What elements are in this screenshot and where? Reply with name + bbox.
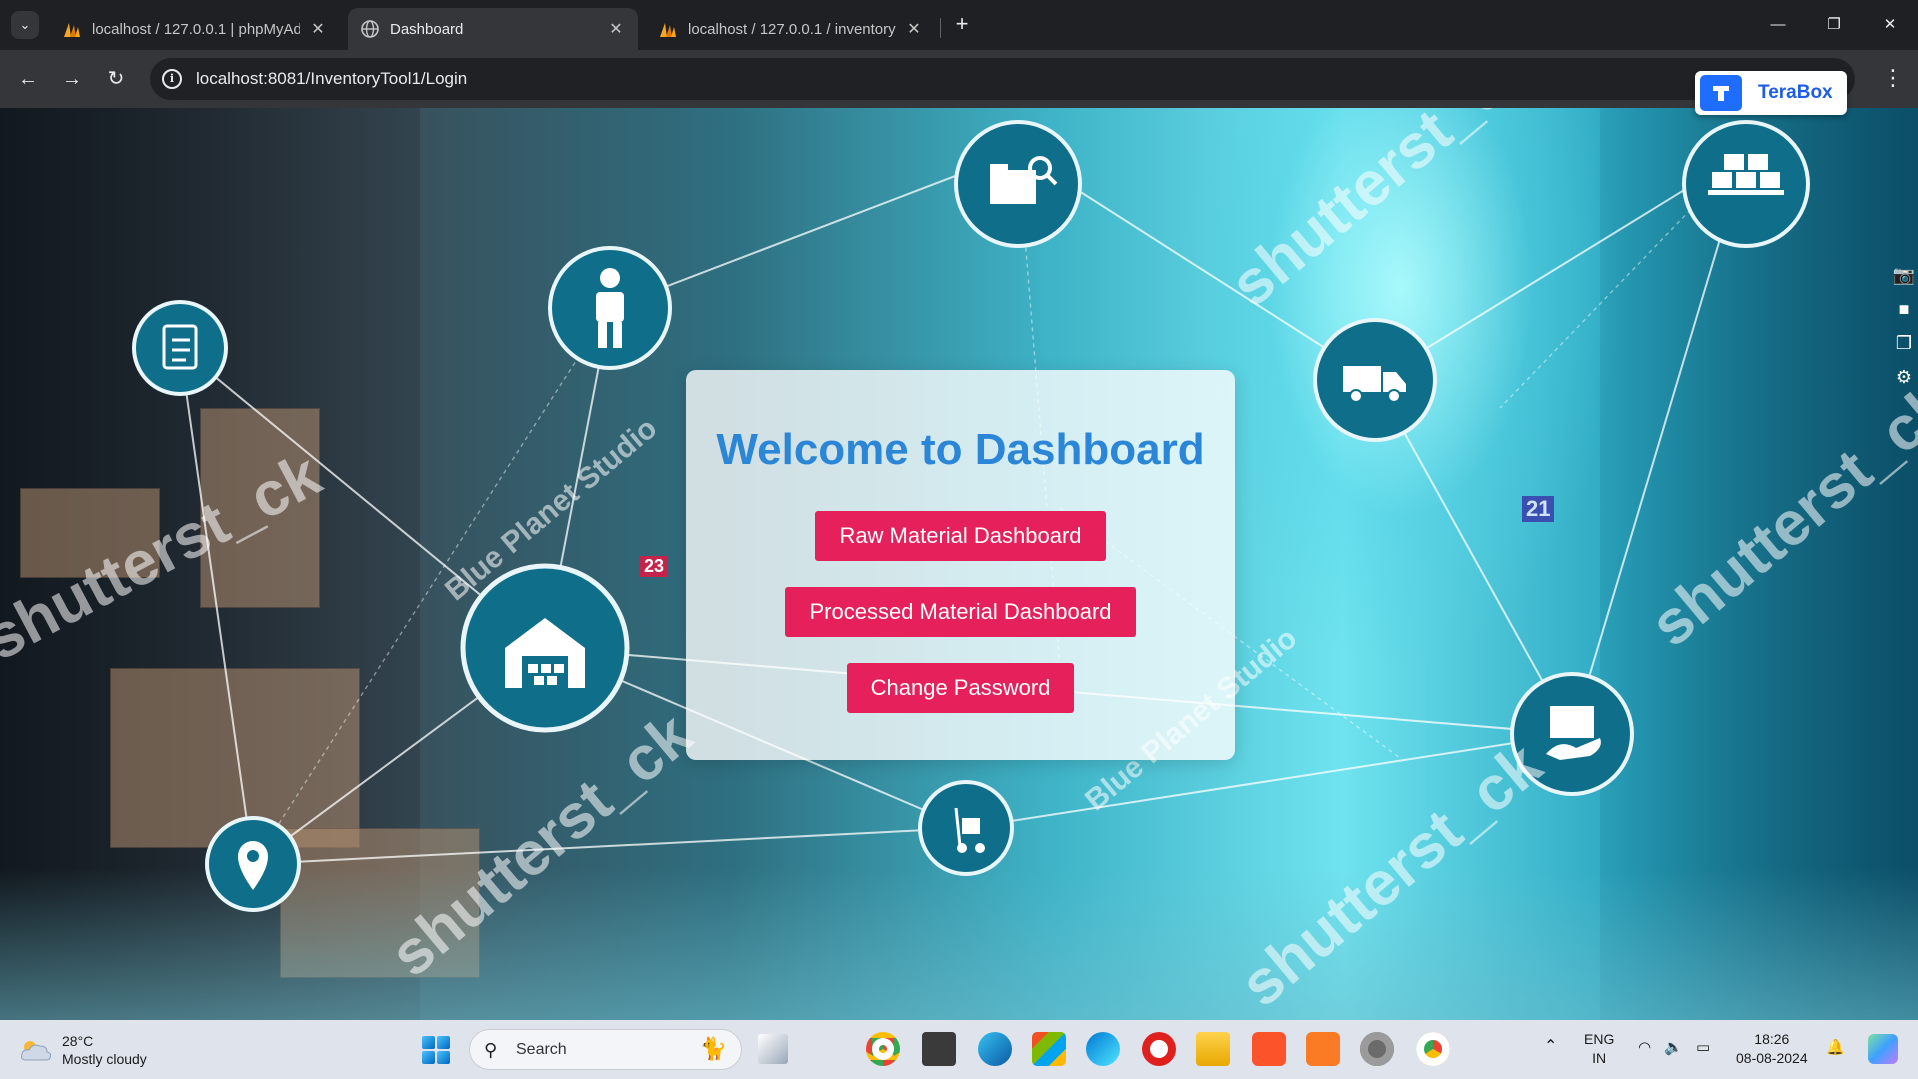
bell-icon[interactable]: 🔔 (1826, 1038, 1845, 1057)
edge-icon[interactable] (978, 1032, 1012, 1066)
taskbar: 28°C Mostly cloudy ⚲ Search 🐈 ⌃ ENG IN ◠… (0, 1020, 1918, 1079)
tab-inventory[interactable]: localhost / 127.0.0.1 / inventory ✕ (646, 8, 936, 50)
pallet-boxes-node-icon (1682, 120, 1810, 248)
reload-icon: ↻ (107, 68, 125, 90)
clock[interactable]: 18:26 08-08-2024 (1736, 1030, 1808, 1068)
address-bar[interactable]: i localhost:8081/InventoryTool1/Login (150, 58, 1855, 100)
arrow-left-icon: ← (18, 68, 38, 90)
wifi-icon[interactable]: ◠ (1638, 1038, 1651, 1057)
shelf-number-badge: 21 (1522, 496, 1555, 522)
camera-icon[interactable]: 📷 (1890, 258, 1918, 292)
url-text: localhost:8081/InventoryTool1/Login (196, 69, 468, 88)
weather-widget[interactable]: 28°C Mostly cloudy (20, 1032, 147, 1068)
region: IN (1592, 1050, 1607, 1066)
task-view-icon[interactable] (758, 1034, 788, 1064)
browser-toolbar: ← → ↻ i localhost:8081/InventoryTool1/Lo… (0, 50, 1918, 108)
processed-material-dashboard-button[interactable]: Processed Material Dashboard (785, 587, 1136, 637)
dashboard-card: Welcome to Dashboard Raw Material Dashbo… (686, 370, 1235, 760)
language: ENG (1584, 1031, 1615, 1047)
xampp-icon[interactable] (1306, 1032, 1340, 1066)
search-label: Search (516, 1041, 567, 1058)
close-window-button[interactable]: ✕ (1870, 10, 1910, 40)
forward-button[interactable]: → (58, 65, 86, 93)
copilot-icon[interactable] (1868, 1034, 1898, 1064)
start-button[interactable] (422, 1036, 450, 1064)
taskbar-search[interactable]: ⚲ Search 🐈 (469, 1029, 742, 1070)
phpmyadmin-icon (64, 23, 80, 37)
side-toolbar: 📷 ■ ❐ ⚙ (1890, 258, 1918, 394)
windows-logo-icon (422, 1036, 435, 1049)
chrome-icon[interactable] (866, 1032, 900, 1066)
gear-icon[interactable]: ⚙ (1890, 360, 1918, 394)
menu-kebab-icon[interactable]: ⋮ (1882, 65, 1904, 91)
tab-separator (940, 18, 941, 38)
terabox-icon (1700, 75, 1742, 111)
settings-icon[interactable] (1360, 1032, 1394, 1066)
time: 18:26 (1754, 1031, 1790, 1047)
app-icon[interactable] (922, 1032, 956, 1066)
battery-icon[interactable]: ▭ (1696, 1038, 1710, 1057)
warehouse-node-icon (460, 563, 630, 733)
worker-node-icon (548, 246, 672, 370)
terabox-extension-button[interactable]: TeraBox (1695, 71, 1847, 115)
site-info-icon[interactable]: i (162, 69, 182, 89)
tab-search-button[interactable]: ⌄ (11, 11, 39, 39)
minimize-button[interactable]: — (1758, 10, 1798, 40)
tab-title: Dashboard (390, 20, 464, 38)
temperature: 28°C (62, 1033, 94, 1049)
hand-truck-node-icon (918, 780, 1014, 876)
show-hidden-icons-chevron-icon[interactable]: ⌃ (1544, 1037, 1557, 1056)
phpmyadmin-icon (660, 23, 676, 37)
store-icon[interactable] (1032, 1032, 1066, 1066)
page-title: Welcome to Dashboard (716, 425, 1205, 474)
shelf-number-badge: 23 (640, 556, 669, 577)
date: 08-08-2024 (1736, 1050, 1808, 1066)
clipboard-node-icon (132, 300, 228, 396)
tab-dashboard[interactable]: Dashboard ✕ (348, 8, 638, 50)
terabox-label: TeraBox (1758, 82, 1833, 103)
brave-icon[interactable] (1252, 1032, 1286, 1066)
reload-button[interactable]: ↻ (102, 65, 130, 93)
location-node-icon (205, 816, 301, 912)
restore-button[interactable]: ❐ (1814, 10, 1854, 40)
cloud-icon (21, 1041, 52, 1061)
language-indicator[interactable]: ENG IN (1584, 1030, 1614, 1068)
chevron-down-icon: ⌄ (19, 17, 31, 32)
tab-strip: ⌄ localhost / 127.0.0.1 | phpMyAd ✕ Dash… (0, 0, 1918, 50)
opera-icon[interactable] (1142, 1032, 1176, 1066)
video-icon[interactable]: ■ (1890, 292, 1918, 326)
change-password-button[interactable]: Change Password (846, 663, 1075, 713)
tab-title: localhost / 127.0.0.1 | phpMyAd (92, 20, 300, 38)
tab-title: localhost / 127.0.0.1 / inventory (688, 20, 896, 38)
close-icon[interactable]: ✕ (904, 19, 924, 39)
back-button[interactable]: ← (14, 65, 42, 93)
tab-phpmyadmin[interactable]: localhost / 127.0.0.1 | phpMyAd ✕ (50, 8, 340, 50)
restore-icon: ❐ (1827, 16, 1841, 33)
folder-search-node-icon (954, 120, 1082, 248)
chrome-active-icon[interactable] (1416, 1032, 1450, 1066)
search-icon: ⚲ (484, 1040, 498, 1060)
new-tab-button[interactable]: + (950, 12, 974, 36)
close-icon[interactable]: ✕ (606, 19, 626, 39)
arrow-right-icon: → (62, 68, 82, 90)
volume-icon[interactable]: 🔈 (1664, 1038, 1683, 1057)
file-explorer-icon[interactable] (1196, 1032, 1230, 1066)
weather-condition: Mostly cloudy (62, 1051, 147, 1067)
browser-app-icon[interactable] (1086, 1032, 1120, 1066)
search-highlight-icon: 🐈 (699, 1036, 727, 1061)
window-icon[interactable]: ❐ (1890, 326, 1918, 360)
plus-icon: + (955, 11, 969, 36)
close-icon[interactable]: ✕ (308, 19, 328, 39)
globe-icon (361, 20, 379, 38)
raw-material-dashboard-button[interactable]: Raw Material Dashboard (815, 511, 1106, 561)
close-icon: ✕ (1883, 16, 1897, 33)
minimize-icon: — (1770, 16, 1786, 33)
truck-node-icon (1313, 318, 1437, 442)
